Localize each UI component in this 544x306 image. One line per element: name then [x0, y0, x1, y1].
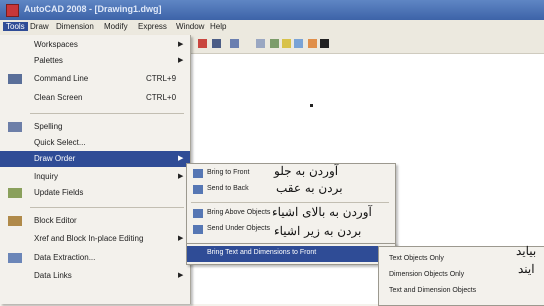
- submenu-arrow-icon: ▶: [178, 155, 184, 162]
- submenu-arrow-icon: ▶: [178, 41, 184, 48]
- menu-item-label: Data Links: [34, 271, 72, 280]
- menu-bar: Tools Draw Dimension Modify Express Wind…: [0, 20, 544, 36]
- data-extraction-icon: [8, 253, 22, 263]
- annotation-bring-to-front: آوردن به جلو: [274, 164, 339, 178]
- menu-item-label: Bring Text and Dimensions to Front: [207, 249, 317, 256]
- annotation-partial-1: بیاید: [516, 244, 537, 258]
- render-icon[interactable]: [308, 39, 317, 48]
- submenu-arrow-icon: ▶: [178, 57, 184, 64]
- menu-item-xref-block-editing[interactable]: Xref and Block In-place Editing ▶: [0, 231, 190, 247]
- material-icon[interactable]: [320, 39, 329, 48]
- toolbar: [190, 35, 544, 54]
- menu-item-label: Send to Back: [207, 185, 249, 192]
- menu-item-data-links[interactable]: Data Links ▶: [0, 268, 190, 284]
- menu-item-label: Update Fields: [34, 188, 84, 197]
- annotation-send-to-back: بردن به عقب: [276, 181, 343, 195]
- menu-window[interactable]: Window: [176, 22, 204, 31]
- send-to-back-icon: [193, 185, 203, 194]
- menu-item-label: Send Under Objects: [207, 225, 271, 232]
- menu-draw[interactable]: Draw: [30, 22, 49, 31]
- menu-item-update-fields[interactable]: Update Fields: [0, 185, 190, 201]
- menu-item-clean-screen[interactable]: Clean Screen CTRL+0: [0, 90, 190, 106]
- menu-separator: [30, 113, 184, 114]
- annotation-send-under: بردن به زیر اشیاء: [274, 224, 362, 238]
- menu-item-label: Draw Order: [34, 154, 76, 163]
- menu-item-block-editor[interactable]: Block Editor: [0, 213, 190, 229]
- annotation-bring-above: آوردن به بالای اشیاء: [272, 205, 372, 219]
- menu-item-label: Text Objects Only: [389, 255, 444, 262]
- plot-icon[interactable]: [198, 39, 207, 48]
- menu-help[interactable]: Help: [210, 22, 226, 31]
- window-title: AutoCAD 2008 - [Drawing1.dwg]: [24, 4, 162, 14]
- menu-item-label: Inquiry: [34, 172, 59, 181]
- menu-item-label: Bring Above Objects: [207, 209, 271, 216]
- menu-item-label: Dimension Objects Only: [389, 271, 465, 278]
- menu-item-inquiry[interactable]: Inquiry ▶: [0, 169, 190, 185]
- menu-item-label: Xref and Block In-place Editing: [34, 234, 144, 243]
- menu-item-draw-order[interactable]: Draw Order ▶: [0, 151, 190, 167]
- menu-express[interactable]: Express: [138, 22, 167, 31]
- menu-separator: [191, 202, 389, 203]
- title-bar: AutoCAD 2008 - [Drawing1.dwg]: [0, 0, 544, 20]
- menu-item-palettes[interactable]: Palettes ▶: [0, 53, 190, 69]
- autocad-app-icon: [6, 4, 19, 17]
- layer-icon[interactable]: [230, 39, 239, 48]
- submenu-arrow-icon: ▶: [178, 173, 184, 180]
- menu-item-label: Command Line: [34, 74, 89, 83]
- menu-tools[interactable]: Tools: [3, 22, 28, 31]
- menu-item-text-and-dimension-objects[interactable]: Text and Dimension Objects: [379, 283, 544, 299]
- menu-item-label: Bring to Front: [207, 169, 250, 176]
- menu-item-label: Data Extraction...: [34, 253, 96, 262]
- menu-item-label: Quick Select...: [34, 138, 86, 147]
- command-line-icon: [8, 74, 22, 84]
- menu-modify[interactable]: Modify: [104, 22, 128, 31]
- menu-separator: [30, 207, 184, 208]
- update-fields-icon: [8, 188, 22, 198]
- grid-dot: [310, 104, 313, 107]
- spelling-icon: [8, 122, 22, 132]
- menu-item-label: Block Editor: [34, 216, 77, 225]
- menu-item-label: Spelling: [34, 122, 63, 131]
- menu-item-command-line[interactable]: Command Line CTRL+9: [0, 71, 190, 87]
- match-icon[interactable]: [270, 39, 279, 48]
- light-icon[interactable]: [282, 39, 291, 48]
- color-icon[interactable]: [294, 39, 303, 48]
- menu-item-label: Workspaces: [34, 40, 78, 49]
- menu-item-label: Text and Dimension Objects: [389, 287, 477, 294]
- bring-to-front-icon: [193, 169, 203, 178]
- menu-item-label: Clean Screen: [34, 93, 83, 102]
- menu-dimension[interactable]: Dimension: [56, 22, 94, 31]
- bring-above-objects-icon: [193, 209, 203, 218]
- menu-item-workspaces[interactable]: Workspaces ▶: [0, 37, 190, 53]
- draw-order-menu-lower: Bring Text and Dimensions to Front ▶: [186, 243, 396, 265]
- menu-item-data-extraction[interactable]: Data Extraction...: [0, 250, 190, 266]
- properties-icon[interactable]: [256, 39, 265, 48]
- send-under-objects-icon: [193, 225, 203, 234]
- block-editor-icon: [8, 216, 22, 226]
- menu-item-bring-text-dims-front[interactable]: Bring Text and Dimensions to Front ▶: [187, 246, 395, 262]
- annotation-partial-2: ایند: [518, 262, 535, 276]
- tools-menu: Workspaces ▶ Palettes ▶ Command Line CTR…: [0, 35, 191, 304]
- shortcut-label: CTRL+0: [146, 93, 177, 102]
- menu-item-label: Palettes: [34, 56, 63, 65]
- menu-item-spelling[interactable]: Spelling: [0, 119, 190, 135]
- save-icon[interactable]: [212, 39, 221, 48]
- submenu-arrow-icon: ▶: [178, 235, 184, 242]
- menu-item-quick-select[interactable]: Quick Select...: [0, 135, 190, 151]
- shortcut-label: CTRL+9: [146, 74, 177, 83]
- submenu-arrow-icon: ▶: [178, 272, 184, 279]
